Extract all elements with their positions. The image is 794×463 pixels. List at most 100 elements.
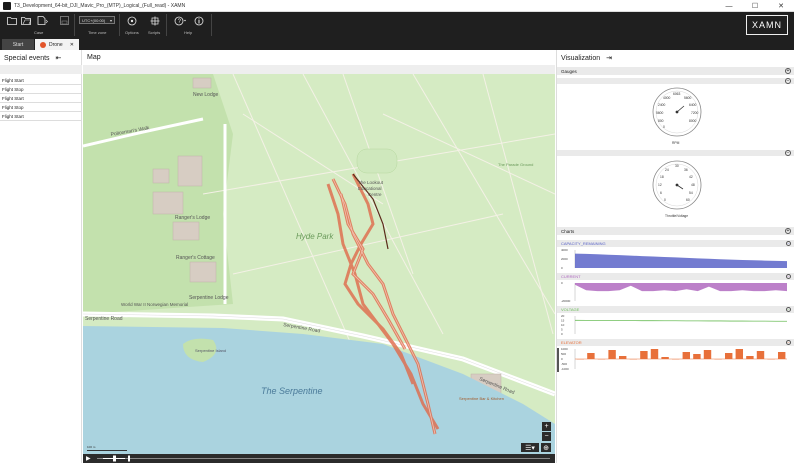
gauges-section-header[interactable]: Gauges +: [557, 67, 794, 75]
options-icon[interactable]: [126, 15, 138, 26]
list-item[interactable]: Flight Stop: [0, 103, 82, 112]
series-label-elevator: ELEVATOR: [561, 340, 582, 345]
zoom-out-button[interactable]: −: [542, 432, 551, 441]
minimize-button[interactable]: —: [716, 0, 742, 12]
expand-icon[interactable]: +: [785, 68, 791, 74]
help-icon[interactable]: ?: [174, 15, 186, 26]
map-label-island: Serpentine Island: [195, 348, 226, 353]
map-label-serpentine-lodge: Serpentine Lodge: [189, 295, 229, 301]
close-tab-icon[interactable]: ✕: [70, 42, 74, 48]
elevator-chart: 10005000-500-1000: [561, 347, 787, 371]
collapse-icon[interactable]: −: [786, 241, 791, 246]
collapse-left-icon[interactable]: ⇤: [55, 55, 61, 62]
map-label-rangers-cottage: Ranger's Cottage: [176, 255, 215, 261]
map-title: Map: [87, 54, 101, 61]
case-group-label: Case: [34, 30, 44, 35]
play-button[interactable]: ▶: [86, 455, 91, 462]
visualization-panel: Visualization ⇥ Gauges + − 6063 4000 5600…: [556, 50, 794, 463]
charts-label: Charts: [561, 228, 575, 234]
export-icon[interactable]: [36, 15, 48, 26]
bar: [724, 353, 733, 359]
y-tick-label: 4000: [561, 248, 568, 252]
map-svg: New Lodge Policeman's Walk The Lookout E…: [83, 74, 555, 463]
bar: [735, 349, 744, 359]
collapse-icon[interactable]: −: [786, 307, 791, 312]
open-case-icon[interactable]: [20, 15, 32, 26]
open-folder-icon[interactable]: [6, 15, 18, 26]
svg-text:2400: 2400: [658, 103, 666, 107]
title-bar: T3_Development_64-bit_DJI_Mavic_Pro_(MTP…: [0, 0, 794, 12]
collapse-icon[interactable]: −: [786, 274, 791, 279]
collapse-icon[interactable]: −: [785, 150, 791, 156]
chevron-down-icon: ▾: [109, 17, 112, 23]
y-tick-label: 0: [561, 357, 563, 361]
svg-text:24: 24: [665, 168, 669, 172]
collapse-icon[interactable]: −: [786, 340, 791, 345]
playback-timeline[interactable]: [95, 454, 555, 463]
maximize-button[interactable]: ☐: [742, 0, 768, 12]
charts-section-header[interactable]: Charts +: [557, 227, 794, 235]
app-icon: [3, 1, 11, 10]
rpm-gauge: 6063 4000 5600 2400 6400 5600 7200 800 8000 …: [652, 87, 702, 145]
svg-text:6400: 6400: [689, 103, 697, 107]
y-tick-label: 2000: [561, 257, 568, 261]
timeline-handle[interactable]: [113, 455, 116, 462]
expand-icon[interactable]: +: [785, 228, 791, 234]
series-label-capacity: CAPACITY_REMAINING: [561, 241, 606, 246]
visualization-title: Visualization: [561, 55, 601, 62]
y-tick-label: 1000: [561, 347, 568, 351]
map-scale: 100 m: [87, 445, 127, 451]
scripts-label: Scripts: [148, 30, 161, 35]
bar: [587, 353, 595, 359]
series-area: [575, 283, 787, 292]
svg-text:5600: 5600: [684, 96, 692, 100]
collapse-right-icon[interactable]: ⇥: [606, 55, 612, 62]
svg-text:6: 6: [660, 191, 662, 195]
svg-text:7200: 7200: [691, 111, 699, 115]
list-item[interactable]: Flight Start: [0, 94, 82, 103]
timeline-marker[interactable]: [128, 455, 130, 462]
ribbon-separator: [166, 14, 167, 36]
ribbon-separator: [119, 14, 120, 36]
bar: [608, 350, 616, 359]
special-events-header-strip: [0, 65, 82, 74]
map-canvas[interactable]: New Lodge Policeman's Walk The Lookout E…: [83, 74, 555, 463]
series-label-voltage: VOLTAGE: [561, 307, 580, 312]
close-window-button[interactable]: ✕: [768, 0, 794, 12]
info-icon[interactable]: [193, 15, 205, 26]
rpm-gauge-unit: RPM: [672, 141, 680, 145]
layers-icon[interactable]: ☰▾: [521, 443, 539, 452]
list-item[interactable]: Flight Stop: [0, 85, 82, 94]
y-tick-label: 5: [561, 328, 563, 332]
scripts-icon[interactable]: [149, 15, 161, 26]
bar: [682, 352, 691, 359]
gauges-label: Gauges: [561, 68, 577, 74]
map-panel: Map New Lodge Policeman's Walk The Looko…: [83, 50, 555, 463]
locate-icon[interactable]: ⊕: [541, 443, 551, 452]
save-icon[interactable]: [58, 15, 70, 26]
list-item[interactable]: Flight Start: [0, 112, 82, 121]
timezone-select[interactable]: UTC+(00:00) ▾: [79, 16, 115, 24]
tab-bar: Start Drone ✕: [0, 38, 794, 50]
ribbon-separator: [211, 14, 212, 36]
chart-range-handle[interactable]: [557, 348, 559, 372]
svg-text:4000: 4000: [663, 96, 671, 100]
list-item[interactable]: Flight Start: [0, 76, 82, 85]
series-label-current: CURRENT: [561, 274, 581, 279]
tab-drone[interactable]: Drone ✕: [35, 39, 79, 50]
timezone-value: UTC+(00:00): [82, 17, 106, 23]
bar: [618, 356, 627, 359]
bar: [640, 351, 648, 359]
special-events-panel: Special events ⇤ Flight Start Flight Sto…: [0, 50, 82, 463]
y-tick-label: 0: [561, 266, 563, 270]
bar: [661, 357, 669, 359]
zoom-in-button[interactable]: +: [542, 422, 551, 431]
y-tick-label: 15: [561, 319, 565, 323]
tab-start[interactable]: Start: [2, 39, 34, 50]
collapse-icon[interactable]: −: [785, 78, 791, 84]
svg-text:8000: 8000: [689, 119, 697, 123]
map-label-parade-ground: The Parade Ground: [498, 162, 533, 167]
y-tick-label: -20000: [561, 299, 571, 303]
playback-bar: ▶: [83, 454, 555, 463]
bar: [703, 350, 712, 359]
